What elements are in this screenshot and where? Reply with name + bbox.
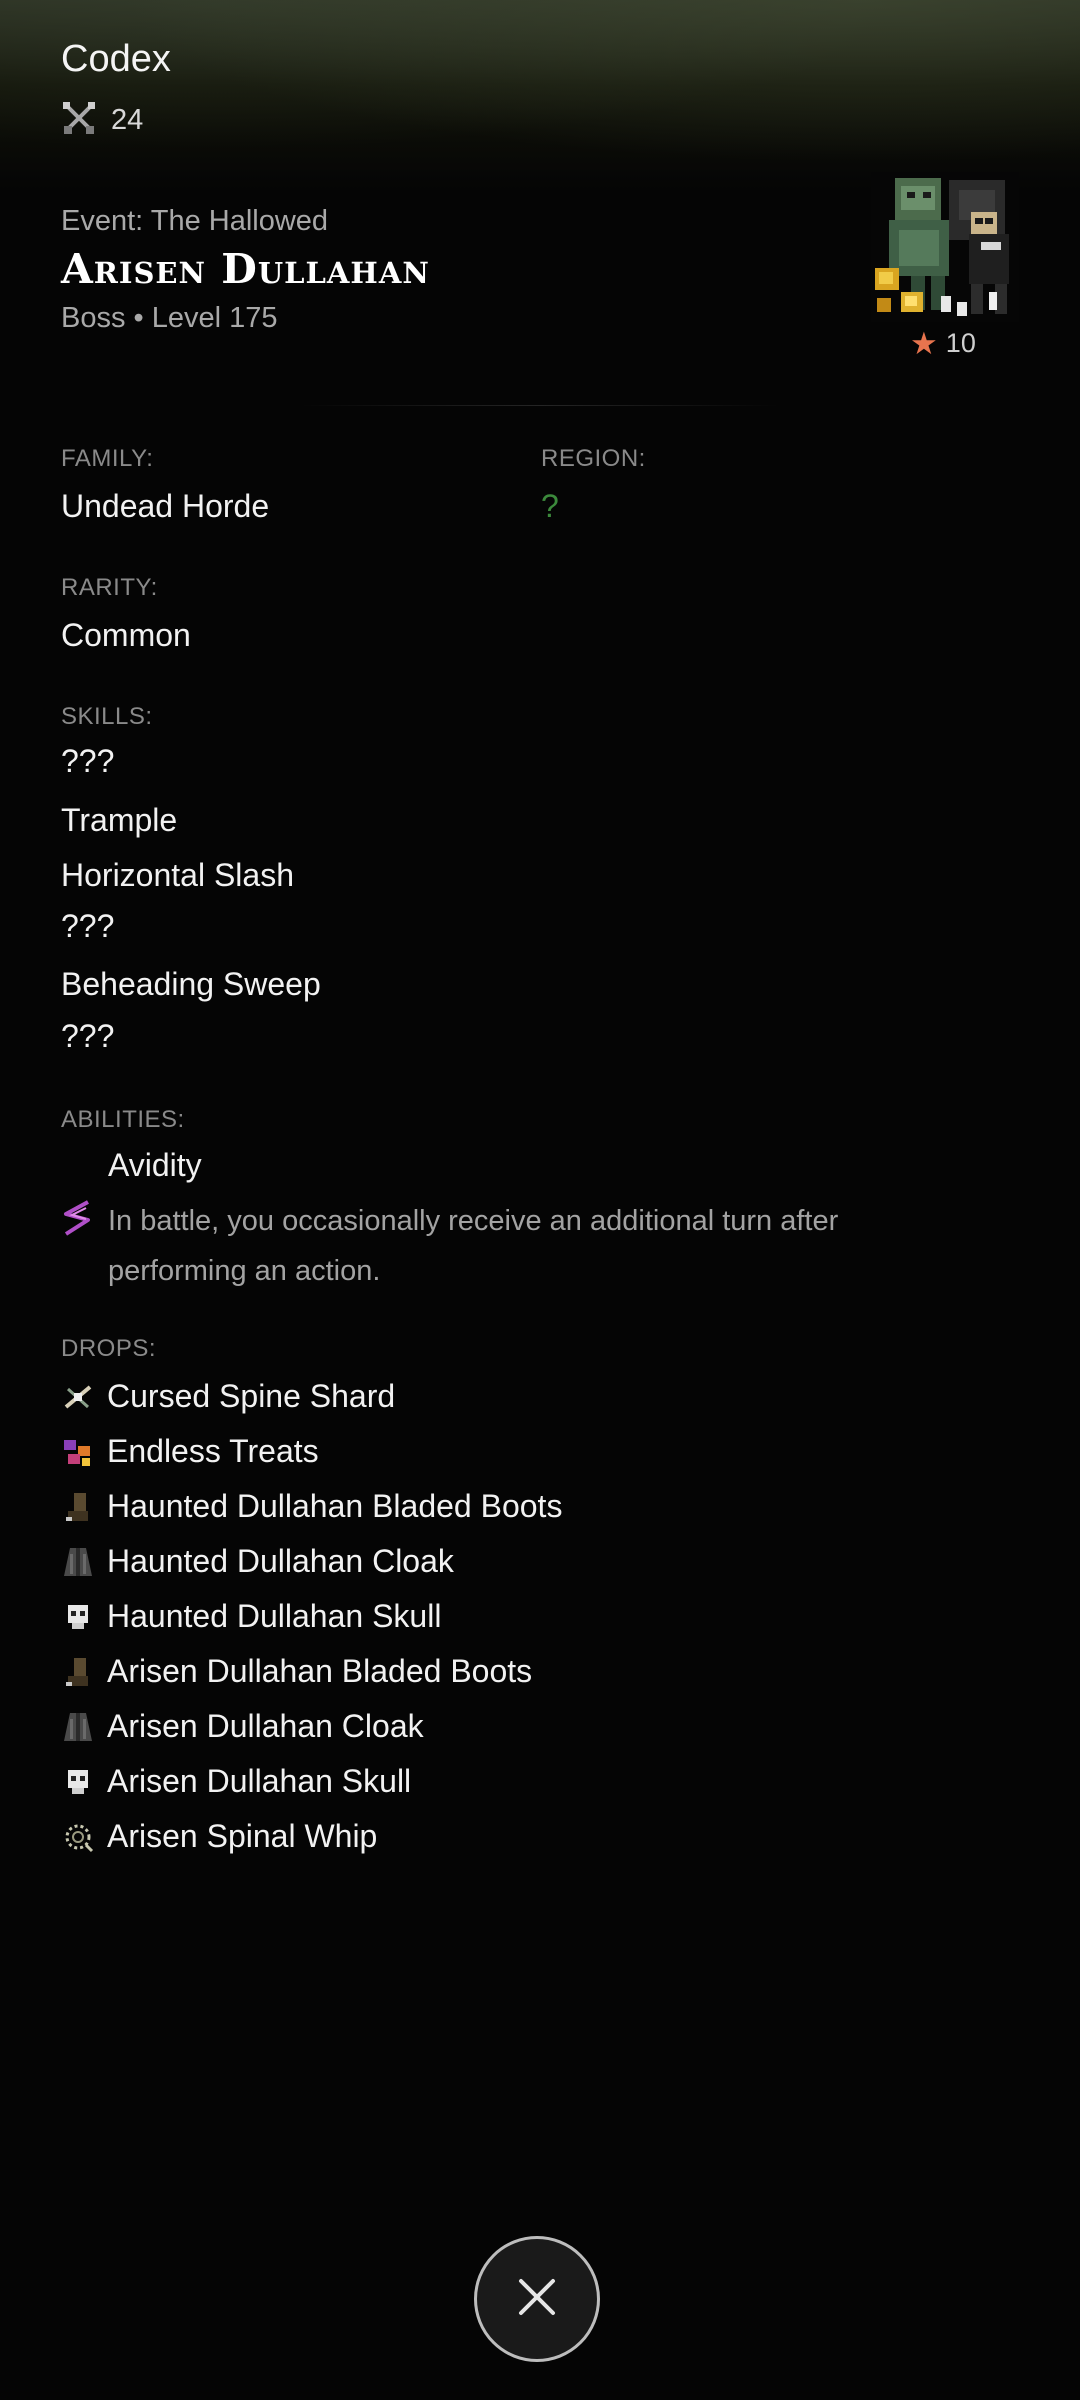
- region-label: REGION:: [541, 445, 646, 472]
- whip-icon: [61, 1820, 95, 1854]
- codex-count: 24: [61, 100, 143, 141]
- divider: [300, 405, 780, 406]
- family-label: FAMILY:: [61, 445, 154, 472]
- drop-label: Cursed Spine Shard: [107, 1378, 396, 1414]
- drop-label: Arisen Dullahan Cloak: [107, 1708, 424, 1744]
- list-item[interactable]: Haunted Dullahan Skull: [61, 1598, 441, 1635]
- drop-label: Arisen Dullahan Skull: [107, 1763, 412, 1799]
- crossed-swords-icon: [61, 100, 97, 141]
- monster-portrait: [871, 172, 1019, 322]
- drop-label: Haunted Dullahan Skull: [107, 1598, 442, 1634]
- codex-count-value: 24: [111, 104, 144, 136]
- drop-label: Haunted Dullahan Bladed Boots: [107, 1488, 563, 1524]
- list-item[interactable]: Cursed Spine Shard: [61, 1378, 395, 1415]
- skull-icon: [61, 1600, 95, 1634]
- bone-shard-icon: [61, 1380, 95, 1414]
- ability-name: Avidity: [108, 1147, 202, 1183]
- skill-item: ???: [61, 1018, 115, 1054]
- purple-wave-icon: [58, 1198, 98, 1243]
- drop-label: Arisen Dullahan Bladed Boots: [107, 1653, 533, 1689]
- star-icon: ★: [910, 326, 938, 361]
- star-rating: ★ 10: [910, 328, 976, 359]
- boots-icon: [61, 1490, 95, 1524]
- cloak-icon: [61, 1710, 95, 1744]
- skills-label: SKILLS:: [61, 703, 153, 730]
- boots-icon: [61, 1655, 95, 1689]
- list-item[interactable]: Haunted Dullahan Bladed Boots: [61, 1488, 562, 1525]
- region-value: ?: [541, 488, 559, 524]
- list-item[interactable]: Arisen Dullahan Skull: [61, 1763, 411, 1800]
- candy-icon: [61, 1435, 95, 1469]
- rarity-label: RARITY:: [61, 574, 158, 601]
- list-item[interactable]: Arisen Dullahan Bladed Boots: [61, 1653, 532, 1690]
- monster-name: Arisen Dullahan: [61, 245, 430, 293]
- close-icon: [515, 2275, 559, 2324]
- drop-label: Endless Treats: [107, 1433, 319, 1469]
- list-item[interactable]: Arisen Dullahan Cloak: [61, 1708, 424, 1745]
- list-item[interactable]: Endless Treats: [61, 1433, 319, 1470]
- list-item[interactable]: Arisen Spinal Whip: [61, 1818, 377, 1855]
- monster-meta: Boss • Level 175: [61, 302, 278, 334]
- skill-item: Beheading Sweep: [61, 966, 321, 1002]
- close-button[interactable]: [474, 2236, 600, 2362]
- cloak-icon: [61, 1545, 95, 1579]
- ability-description: In battle, you occasionally receive an a…: [108, 1205, 839, 1287]
- skill-item: Trample: [61, 802, 178, 838]
- skill-item: ???: [61, 908, 115, 944]
- abilities-label: ABILITIES:: [61, 1106, 185, 1133]
- rarity-value: Common: [61, 617, 191, 653]
- drop-label: Haunted Dullahan Cloak: [107, 1543, 454, 1579]
- star-count: 10: [945, 328, 976, 358]
- drops-label: DROPS:: [61, 1335, 157, 1362]
- skill-item: ???: [61, 743, 115, 779]
- skull-icon: [61, 1765, 95, 1799]
- drop-label: Arisen Spinal Whip: [107, 1818, 378, 1854]
- family-value: Undead Horde: [61, 488, 270, 524]
- header-background: [0, 0, 1080, 190]
- event-label: Event: The Hallowed: [61, 205, 329, 237]
- page-title: Codex: [61, 38, 171, 80]
- list-item[interactable]: Haunted Dullahan Cloak: [61, 1543, 454, 1580]
- skill-item: Horizontal Slash: [61, 857, 294, 893]
